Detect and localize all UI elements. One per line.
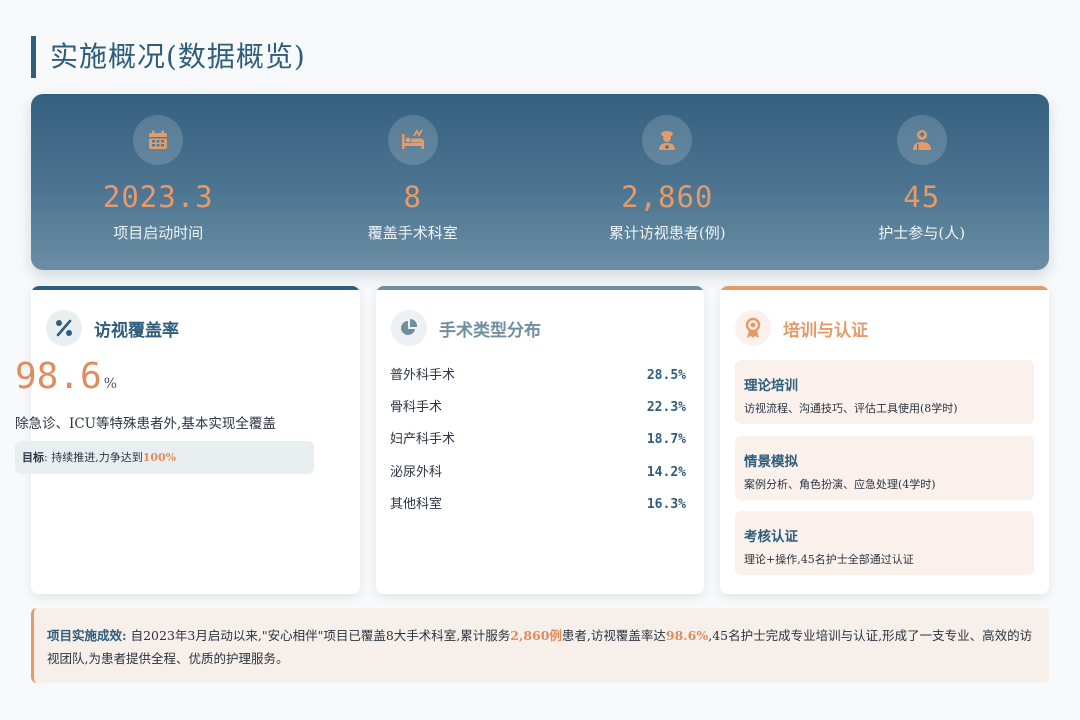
coverage-unit: %	[103, 376, 118, 392]
nurse-icon	[642, 115, 693, 165]
surgery-row: 骨科手术 22.3%	[390, 398, 686, 418]
stat-label: 项目启动时间	[113, 224, 204, 242]
stat-departments: 8 覆盖手术科室	[286, 94, 541, 270]
summary-highlight: 98.6%	[665, 628, 709, 643]
surgery-card: 手术类型分布 普外科手术 28.5% 骨科手术 22.3% 妇产科手术 18.7…	[376, 286, 704, 594]
training-item-title: 理论培训	[744, 378, 798, 394]
surgery-name: 普外科手术	[390, 368, 456, 383]
surgery-name: 妇产科手术	[390, 432, 456, 447]
goal-value: 100%	[142, 451, 177, 464]
training-item-title: 情景模拟	[744, 454, 798, 470]
surgery-name: 骨科手术	[390, 400, 443, 415]
user-md-icon	[896, 115, 947, 165]
training-item: 情景模拟 案例分析、角色扮演、应急处理(4学时)	[735, 436, 1034, 500]
card-accent-bar	[31, 286, 360, 290]
training-item-desc: 案例分析、角色扮演、应急处理(4学时)	[744, 478, 936, 491]
stat-value: 45	[903, 180, 941, 214]
training-item-desc: 访视流程、沟通技巧、评估工具使用(8学时)	[744, 402, 958, 415]
summary-highlight: 2,860例	[510, 628, 562, 643]
training-item-desc: 理论+操作,45名护士全部通过认证	[744, 553, 914, 566]
training-card: 培训与认证 理论培训 访视流程、沟通技巧、评估工具使用(8学时) 情景模拟 案例…	[720, 286, 1049, 594]
pie-chart-icon	[391, 310, 427, 346]
surgery-name: 其他科室	[390, 497, 443, 512]
percent-icon	[46, 310, 82, 346]
stat-value: 2023.3	[102, 180, 214, 214]
calendar-icon	[133, 115, 184, 165]
stat-start-date: 2023.3 项目启动时间	[31, 94, 286, 270]
stat-label: 累计访视患者(例)	[608, 224, 726, 242]
surgery-pct: 18.7%	[646, 432, 686, 447]
card-header: 培训与认证	[735, 306, 868, 350]
stat-value: 8	[403, 180, 422, 214]
training-item: 考核认证 理论+操作,45名护士全部通过认证	[735, 511, 1034, 575]
surgery-name: 泌尿外科	[390, 465, 443, 480]
coverage-number: 98.6	[15, 356, 102, 397]
goal-text: : 持续推进,力争达到	[44, 451, 143, 464]
bed-icon	[387, 115, 438, 165]
coverage-value: 98.6%	[15, 356, 117, 397]
surgery-pct: 22.3%	[646, 400, 686, 415]
summary-text: 自2023年3月启动以来,"安心相伴"项目已覆盖8大手术科室,累计服务	[126, 628, 511, 643]
page-title: 实施概况(数据概览)	[31, 36, 306, 78]
stat-value: 2,860	[621, 180, 714, 214]
summary-box: 项目实施成效: 自2023年3月启动以来,"安心相伴"项目已覆盖8大手术科室,累…	[31, 608, 1049, 683]
card-title: 手术类型分布	[439, 320, 541, 341]
surgery-pct: 14.2%	[646, 465, 686, 480]
surgery-pct: 16.3%	[646, 497, 686, 512]
stat-nurses: 45 护士参与(人)	[795, 94, 1050, 270]
surgery-row: 泌尿外科 14.2%	[390, 463, 686, 483]
goal-label: 目标	[22, 451, 44, 464]
surgery-row: 妇产科手术 18.7%	[390, 430, 686, 450]
coverage-card: 访视覆盖率	[31, 286, 360, 594]
training-item-title: 考核认证	[744, 529, 798, 545]
stat-patients: 2,860 累计访视患者(例)	[540, 94, 795, 270]
stat-label: 覆盖手术科室	[367, 224, 458, 242]
award-icon	[735, 310, 771, 346]
goal-box: 目标: 持续推进,力争达到100%	[15, 441, 314, 474]
surgery-row: 其他科室 16.3%	[390, 495, 686, 515]
summary-label: 项目实施成效:	[47, 628, 127, 643]
stats-banner: 2023.3 项目启动时间 8 覆盖手术科室 2,860 累计访视患者(例) 4…	[31, 94, 1049, 270]
card-header: 手术类型分布	[391, 306, 541, 350]
card-header: 访视覆盖率	[46, 306, 179, 350]
card-accent-bar	[720, 286, 1049, 290]
surgery-row: 普外科手术 28.5%	[390, 366, 686, 386]
stat-label: 护士参与(人)	[878, 224, 966, 242]
card-title: 培训与认证	[783, 320, 868, 341]
coverage-description: 除急诊、ICU等特殊患者外,基本实现全覆盖	[15, 416, 276, 432]
card-title: 访视覆盖率	[94, 320, 179, 341]
surgery-pct: 28.5%	[646, 368, 686, 383]
card-accent-bar	[376, 286, 704, 290]
training-item: 理论培训 访视流程、沟通技巧、评估工具使用(8学时)	[735, 360, 1034, 424]
summary-text: 患者,访视覆盖率达	[561, 628, 666, 643]
